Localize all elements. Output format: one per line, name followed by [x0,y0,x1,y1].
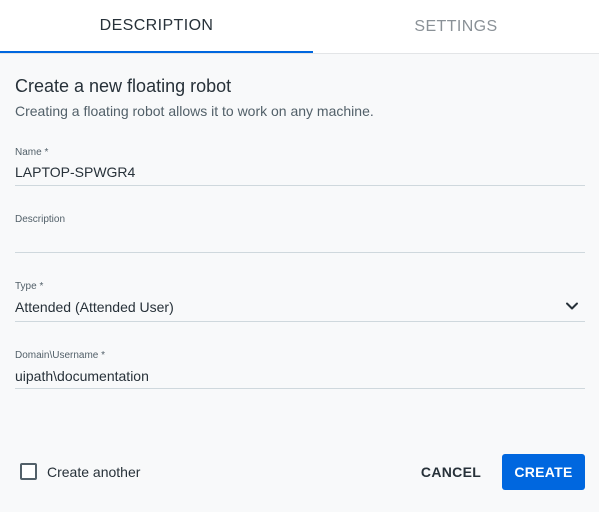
create-another-checkbox[interactable] [20,463,37,480]
name-label: Name * [15,147,49,158]
tab-description[interactable]: DESCRIPTION [0,0,313,53]
name-input[interactable]: LAPTOP-SPWGR4 [15,164,135,180]
type-selected-value[interactable]: Attended (Attended User) [15,299,174,315]
description-label: Description [15,214,66,225]
dialog-title: Create a new floating robot [15,76,232,96]
domain-username-input[interactable]: uipath\documentation [15,368,149,384]
create-another-option[interactable]: Create another [20,463,140,480]
create-robot-dialog: DESCRIPTION SETTINGS Create a new floati… [0,0,599,512]
domain-username-label: Domain\Username * [15,350,106,361]
create-another-label[interactable]: Create another [47,464,140,480]
create-button[interactable]: CREATE [502,454,585,490]
domain-username-field[interactable]: Domain\Username * uipath\documentation [15,350,585,389]
tab-bar: DESCRIPTION SETTINGS [0,0,599,54]
dialog-subtitle: Creating a floating robot allows it to w… [15,103,374,119]
tab-settings[interactable]: SETTINGS [313,0,599,53]
description-field[interactable]: Description [15,214,585,253]
type-select[interactable]: Type * Attended (Attended User) [15,281,585,322]
type-label: Type * [15,281,44,292]
cancel-button[interactable]: CANCEL [414,454,488,490]
chevron-down-icon[interactable] [565,299,579,313]
name-field[interactable]: Name * LAPTOP-SPWGR4 [15,147,585,186]
